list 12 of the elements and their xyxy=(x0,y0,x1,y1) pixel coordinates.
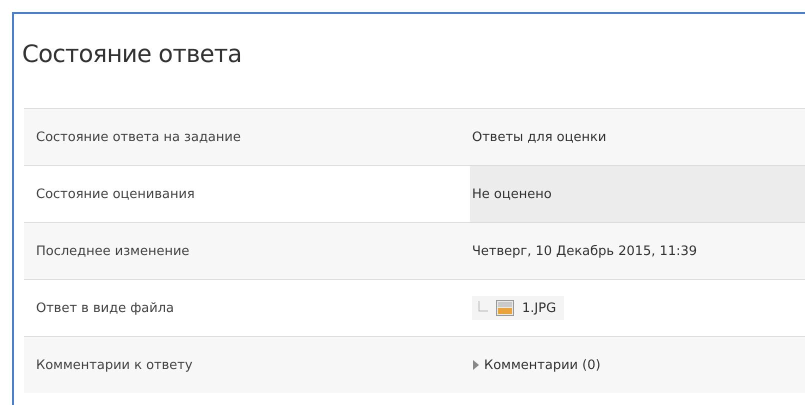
row-label: Комментарии к ответу xyxy=(36,358,193,372)
row-label: Состояние ответа на задание xyxy=(36,130,241,144)
collapsed-caret-icon[interactable] xyxy=(472,360,480,370)
row-label: Ответ в виде файла xyxy=(36,300,174,316)
row-label: Состояние оценивания xyxy=(36,186,195,202)
row-value: Ответы для оценки xyxy=(472,130,606,144)
row-value: Четверг, 10 Декабрь 2015, 11:39 xyxy=(472,244,698,258)
section-title: Состояние ответа xyxy=(22,40,242,68)
comments-link[interactable]: Комментарии (0) xyxy=(484,358,601,372)
row-label: Последнее изменение xyxy=(36,244,190,258)
row-value: Не оценено xyxy=(472,186,552,202)
image-file-icon xyxy=(496,300,514,316)
